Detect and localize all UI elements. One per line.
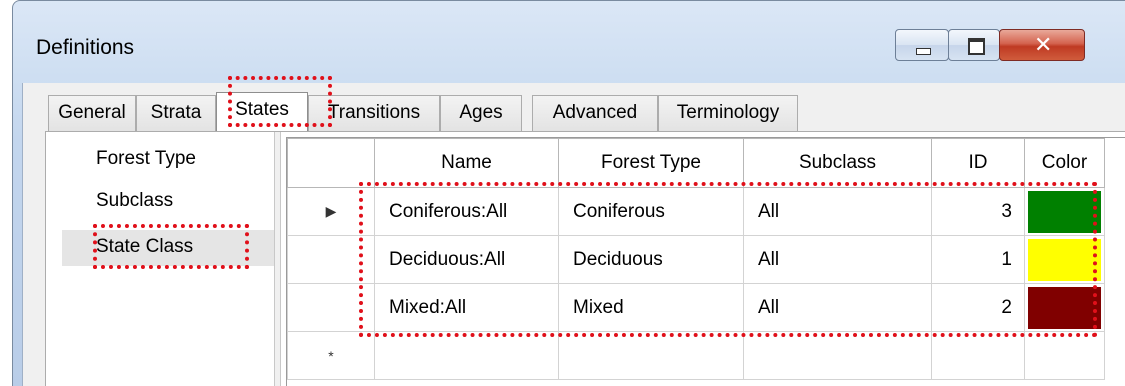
tab-advanced[interactable]: Advanced [532, 95, 658, 131]
table-row[interactable]: Deciduous:All Deciduous All 1 [287, 235, 1105, 284]
minimize-button[interactable] [895, 29, 949, 61]
list-item-state-class[interactable]: State Class [96, 236, 193, 258]
state-attribute-list: Forest Type Subclass State Class [46, 132, 276, 386]
cell-forest-type[interactable]: Deciduous [558, 235, 744, 284]
new-row-icon[interactable]: * [287, 331, 375, 380]
list-item-subclass[interactable]: Subclass [96, 190, 173, 212]
color-swatch [1028, 238, 1101, 281]
current-row-icon[interactable]: ▶ [287, 187, 375, 236]
table-row[interactable]: ▶ Coniferous:All Coniferous All 3 [287, 187, 1105, 236]
cell-forest-type[interactable]: Mixed [558, 283, 744, 332]
state-class-grid: Name Forest Type Subclass ID Color ▶ Con… [286, 137, 1125, 386]
row-header[interactable] [287, 235, 375, 284]
cell-color[interactable] [1024, 235, 1105, 284]
window-title: Definitions [36, 36, 135, 59]
cell-subclass[interactable] [743, 331, 932, 380]
tab-transitions[interactable]: Transitions [308, 95, 440, 131]
cell-id[interactable] [931, 331, 1025, 380]
cell-name[interactable]: Deciduous:All [374, 235, 559, 284]
column-header-id[interactable]: ID [931, 138, 1025, 188]
title-bar[interactable]: Definitions ✕ [13, 1, 1125, 83]
cell-forest-type[interactable] [558, 331, 744, 380]
column-header-name[interactable]: Name [374, 138, 559, 188]
cell-color[interactable] [1024, 331, 1105, 380]
maximize-icon [968, 38, 985, 55]
definitions-window: Definitions ✕ General Strata States Tran… [12, 0, 1125, 386]
tab-terminology[interactable]: Terminology [658, 95, 798, 131]
tab-ages[interactable]: Ages [440, 95, 522, 131]
column-header-subclass[interactable]: Subclass [743, 138, 932, 188]
minimize-icon [916, 48, 931, 55]
close-button[interactable]: ✕ [999, 29, 1085, 61]
cell-subclass[interactable]: All [743, 283, 932, 332]
column-header-forest-type[interactable]: Forest Type [558, 138, 744, 188]
cell-name[interactable]: Coniferous:All [374, 187, 559, 236]
color-swatch [1028, 286, 1101, 329]
row-header-corner [287, 138, 375, 188]
list-item-forest-type[interactable]: Forest Type [96, 148, 196, 170]
close-icon: ✕ [1034, 32, 1053, 57]
cell-name[interactable] [374, 331, 559, 380]
tab-states[interactable]: States [216, 92, 308, 132]
cell-color[interactable] [1024, 283, 1105, 332]
states-tab-panel: Forest Type Subclass State Class Name Fo… [45, 131, 1125, 386]
dialog-client-area: General Strata States Transitions Ages A… [22, 83, 1125, 386]
cell-forest-type[interactable]: Coniferous [558, 187, 744, 236]
maximize-button[interactable] [948, 29, 1000, 61]
cell-name[interactable]: Mixed:All [374, 283, 559, 332]
table-row[interactable]: Mixed:All Mixed All 2 [287, 283, 1105, 332]
color-swatch [1028, 190, 1101, 233]
cell-subclass[interactable]: All [743, 187, 932, 236]
row-header[interactable] [287, 283, 375, 332]
cell-subclass[interactable]: All [743, 235, 932, 284]
state-class-table: Name Forest Type Subclass ID Color ▶ Con… [287, 138, 1105, 380]
cell-id[interactable]: 1 [931, 235, 1025, 284]
header-row: Name Forest Type Subclass ID Color [287, 138, 1105, 188]
cell-id[interactable]: 2 [931, 283, 1025, 332]
tab-strata[interactable]: Strata [136, 95, 216, 131]
new-row[interactable]: * [287, 331, 1105, 380]
panel-splitter[interactable] [274, 132, 281, 386]
cell-id[interactable]: 3 [931, 187, 1025, 236]
tab-general[interactable]: General [48, 95, 136, 131]
cell-color[interactable] [1024, 187, 1105, 236]
column-header-color[interactable]: Color [1024, 138, 1105, 188]
